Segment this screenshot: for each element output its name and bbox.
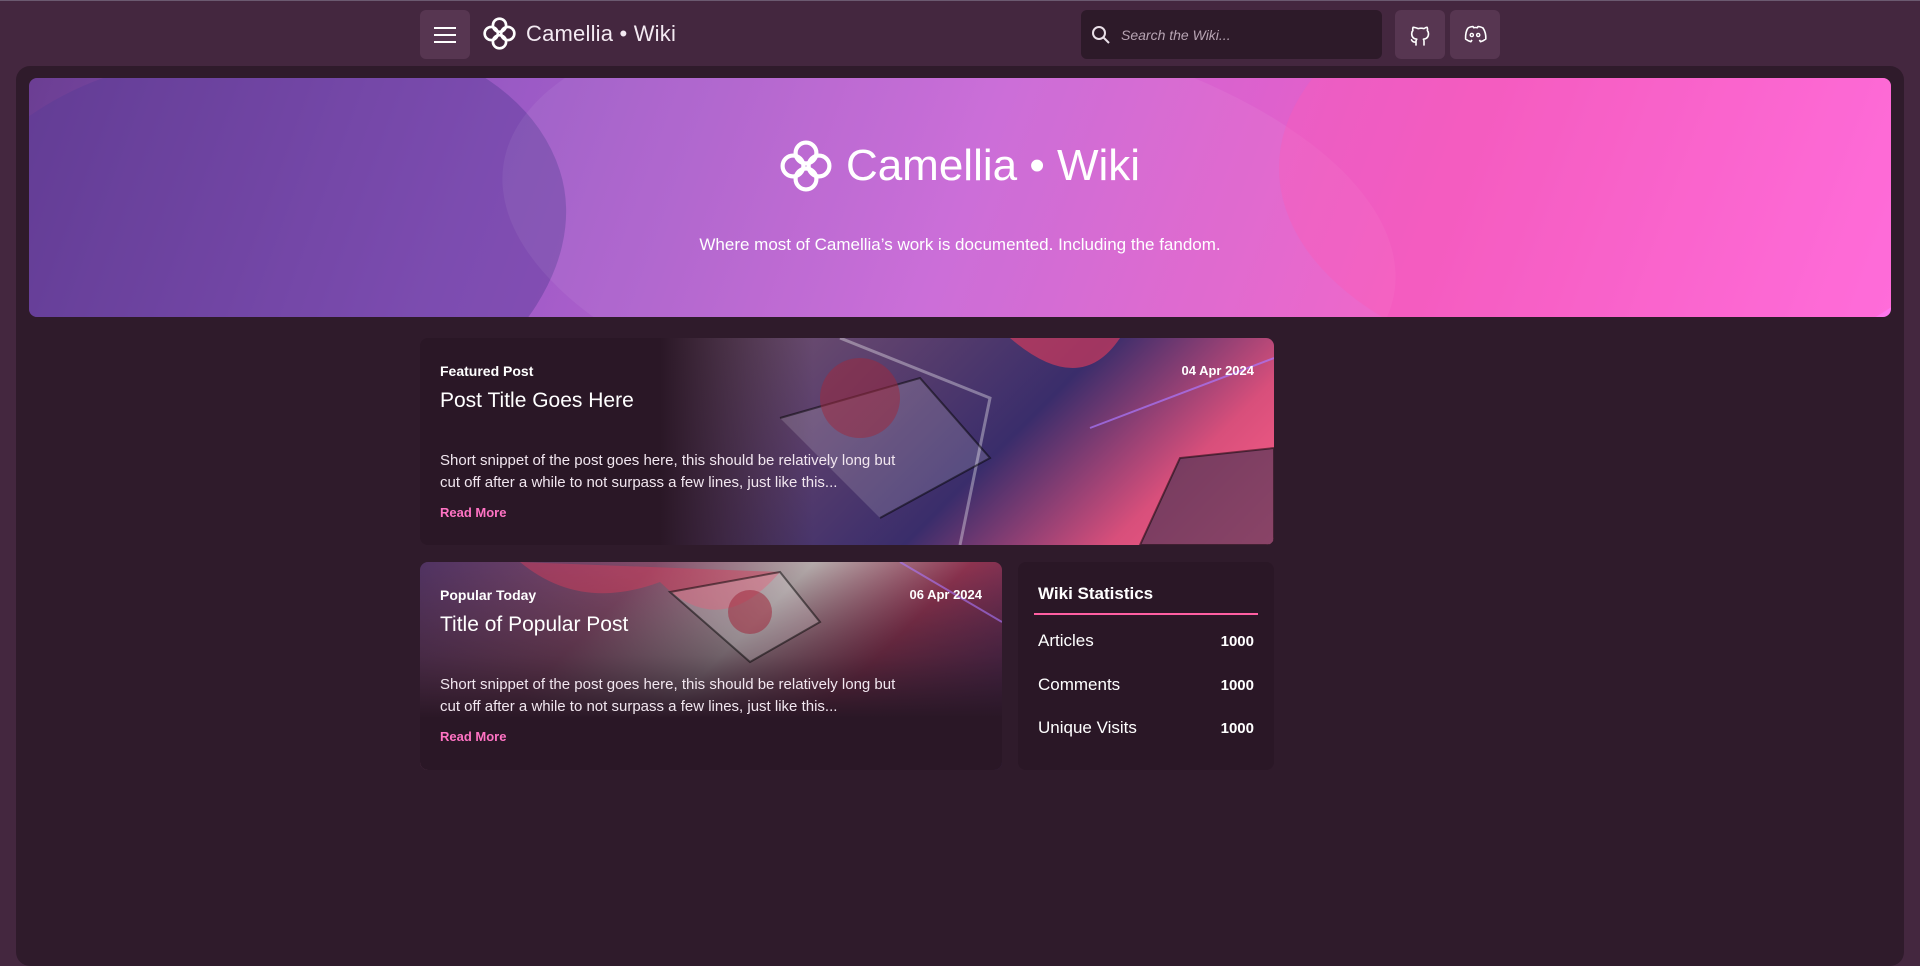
stat-name: Articles	[1038, 631, 1094, 650]
camellia-logo-icon	[780, 140, 832, 192]
featured-post-date: 04 Apr 2024	[1181, 363, 1254, 378]
search-box[interactable]	[1081, 10, 1382, 59]
stat-value: 1000	[1220, 719, 1254, 737]
stats-title: Wiki Statistics	[1038, 584, 1154, 603]
brand-name: Camellia • Wiki	[526, 20, 677, 46]
stat-value: 1000	[1220, 632, 1254, 650]
discord-icon	[1464, 25, 1487, 42]
top-navigation: Camellia • Wiki	[0, 0, 1920, 66]
github-icon	[1410, 26, 1430, 46]
featured-post-label: Featured Post	[440, 363, 534, 379]
featured-read-more-link[interactable]: Read More	[440, 505, 506, 520]
stat-value: 1000	[1220, 676, 1254, 694]
popular-post-title[interactable]: Title of Popular Post	[440, 613, 628, 637]
search-icon	[1092, 25, 1110, 44]
popular-post-card[interactable]: Popular Today 06 Apr 2024 Title of Popul…	[420, 562, 1002, 770]
wiki-statistics-card: Wiki Statistics Articles 1000 Comments 1…	[1018, 562, 1274, 770]
stats-divider	[1034, 613, 1258, 615]
site-brand-link[interactable]: Camellia • Wiki	[483, 17, 676, 50]
menu-button[interactable]	[420, 10, 470, 59]
hero-banner: Camellia • Wiki Where most of Camellia’s…	[29, 78, 1891, 317]
featured-post-card[interactable]: Featured Post 04 Apr 2024 Post Title Goe…	[420, 338, 1274, 545]
hamburger-icon	[434, 26, 456, 43]
hero-title: Camellia • Wiki	[29, 140, 1891, 192]
camellia-logo-icon	[483, 17, 516, 50]
stat-name: Comments	[1038, 675, 1121, 694]
hero-decoration	[1279, 78, 1891, 317]
stat-name: Unique Visits	[1038, 718, 1137, 737]
hero-title-text: Camellia • Wiki	[845, 141, 1141, 190]
discord-button[interactable]	[1450, 10, 1500, 59]
hero-subtitle: Where most of Camellia’s work is documen…	[699, 235, 1221, 254]
featured-post-title[interactable]: Post Title Goes Here	[440, 389, 634, 413]
stat-row-articles: Articles 1000	[1038, 631, 1254, 651]
stat-row-unique-visits: Unique Visits 1000	[1038, 718, 1254, 738]
search-input[interactable]	[1119, 25, 1363, 44]
github-button[interactable]	[1395, 10, 1445, 59]
popular-post-date: 06 Apr 2024	[909, 587, 982, 602]
popular-post-label: Popular Today	[440, 587, 537, 603]
featured-post-snippet: Short snippet of the post goes here, thi…	[440, 452, 896, 491]
popular-post-snippet: Short snippet of the post goes here, thi…	[440, 676, 896, 715]
hero-decoration	[474, 78, 1424, 317]
popular-read-more-link[interactable]: Read More	[440, 729, 506, 744]
stat-row-comments: Comments 1000	[1038, 675, 1254, 695]
